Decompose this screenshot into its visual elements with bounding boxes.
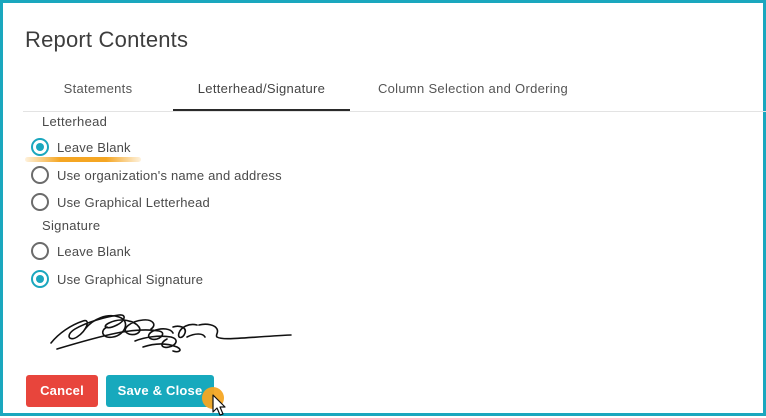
letterhead-option-graphical[interactable]: Use Graphical Letterhead (31, 192, 210, 212)
letterhead-option-org-name-address[interactable]: Use organization's name and address (31, 165, 282, 185)
tab-letterhead-signature[interactable]: Letterhead/Signature (173, 67, 350, 111)
tab-statements[interactable]: Statements (23, 67, 173, 110)
signature-section-label: Signature (42, 218, 101, 233)
radio-button[interactable] (31, 193, 49, 211)
radio-label: Leave Blank (57, 139, 131, 155)
radio-label: Use organization's name and address (57, 167, 282, 183)
highlight-underline (25, 157, 141, 162)
radio-button[interactable] (31, 242, 49, 260)
letterhead-section-label: Letterhead (42, 114, 108, 129)
cancel-button[interactable]: Cancel (26, 375, 98, 407)
tab-bar: Statements Letterhead/Signature Column S… (23, 67, 766, 112)
radio-label: Use Graphical Signature (57, 271, 204, 287)
radio-button[interactable] (31, 166, 49, 184)
mouse-pointer-icon (212, 394, 226, 416)
radio-button-checked[interactable] (31, 138, 49, 156)
letterhead-option-leave-blank[interactable]: Leave Blank (31, 137, 131, 157)
dialog-title: Report Contents (25, 27, 189, 52)
radio-button-checked[interactable] (31, 270, 49, 288)
radio-label: Leave Blank (57, 243, 131, 259)
tab-column-selection[interactable]: Column Selection and Ordering (353, 67, 593, 110)
signature-option-graphical[interactable]: Use Graphical Signature (31, 269, 203, 289)
save-and-close-button[interactable]: Save & Close (106, 375, 214, 407)
radio-label: Use Graphical Letterhead (57, 194, 210, 210)
report-contents-dialog: Report Contents Statements Letterhead/Si… (0, 0, 766, 416)
signature-option-leave-blank[interactable]: Leave Blank (31, 241, 131, 261)
signature-image (50, 314, 292, 353)
